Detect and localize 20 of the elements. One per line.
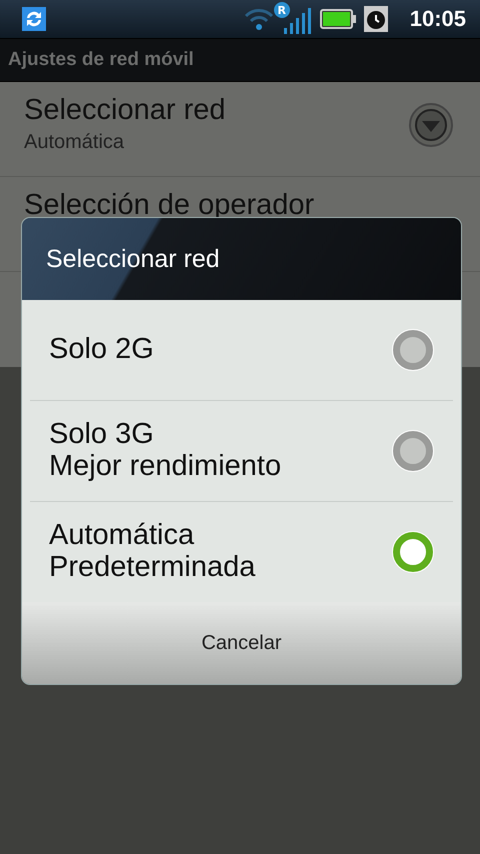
sync-icon: [22, 7, 46, 31]
radio-button[interactable]: [393, 330, 433, 370]
cancel-button[interactable]: Cancelar: [22, 602, 461, 684]
option-label: Automática Predeterminada: [49, 520, 256, 584]
radio-button[interactable]: [393, 431, 433, 471]
network-option[interactable]: Automática Predeterminada: [30, 502, 453, 602]
setting-title[interactable]: Selección de operador: [24, 189, 454, 222]
radio-button[interactable]: [393, 532, 433, 572]
option-label: Solo 3G Mejor rendimiento: [49, 419, 282, 483]
setting-title[interactable]: Seleccionar red: [24, 94, 408, 127]
screen-title: Ajustes de red móvil: [8, 49, 194, 71]
roaming-badge: R: [274, 2, 290, 18]
network-option[interactable]: Solo 3G Mejor rendimiento: [30, 401, 453, 502]
network-option[interactable]: Solo 2G: [30, 300, 453, 401]
alarm-clock-icon: [364, 6, 388, 32]
setting-summary: Automática: [24, 131, 126, 154]
option-label: Solo 2G: [49, 334, 155, 366]
battery-icon: [320, 9, 356, 29]
clock-time: 10:05: [410, 6, 466, 32]
dialog-title: Seleccionar red: [46, 244, 220, 274]
